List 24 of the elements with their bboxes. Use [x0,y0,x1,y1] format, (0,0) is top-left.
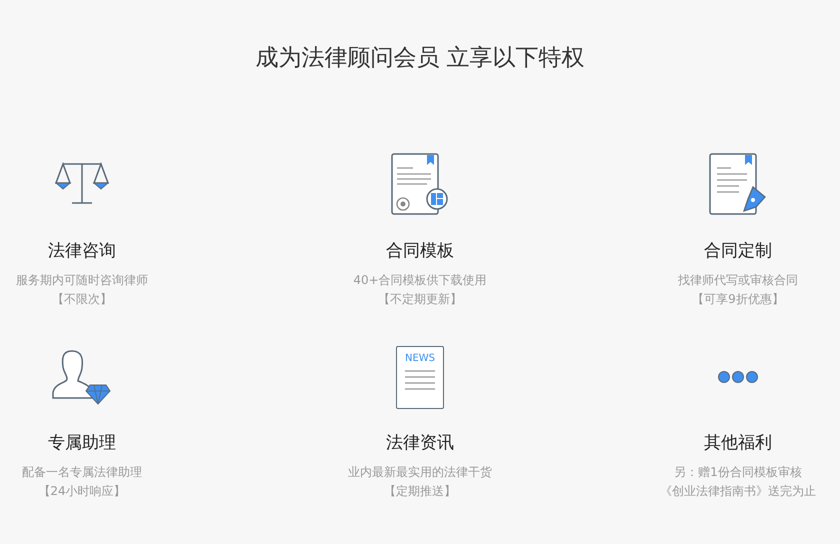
benefit-description: 【可享9折优惠】 [692,291,784,308]
benefit-description: 40+合同模板供下载使用 [353,272,487,289]
benefit-title: 合同模板 [386,240,454,263]
benefit-description: 配备一名专属法律助理 [22,464,142,481]
benefit-description: 《创业法律指南书》送完为止 [660,483,816,500]
benefit-title: 法律资讯 [386,432,454,455]
person-diamond-icon [52,349,112,405]
more-icon [717,370,759,384]
benefit-description: 找律师代写或审核合同 [678,272,798,289]
benefit-title: 其他福利 [704,432,772,455]
benefit-title: 合同定制 [704,240,772,263]
document-icon [391,153,449,217]
benefit-title: 专属助理 [48,432,116,455]
benefit-description: 另：赠1份合同模板审核 [674,464,802,481]
benefit-description: 服务期内可随时咨询律师 [16,272,148,289]
benefit-description: 【不定期更新】 [378,291,462,308]
page-heading: 成为法律顾问会员 立享以下特权 [254,44,586,73]
document-pen-icon [709,153,767,217]
benefit-description: 【24小时响应】 [38,483,126,500]
newspaper-icon: NEWS [396,346,444,408]
benefit-description: 业内最新最实用的法律干货 [348,464,492,481]
benefit-description: 【不限次】 [52,291,112,308]
benefit-title: 法律咨询 [48,240,116,263]
benefit-description: 【定期推送】 [384,483,456,500]
